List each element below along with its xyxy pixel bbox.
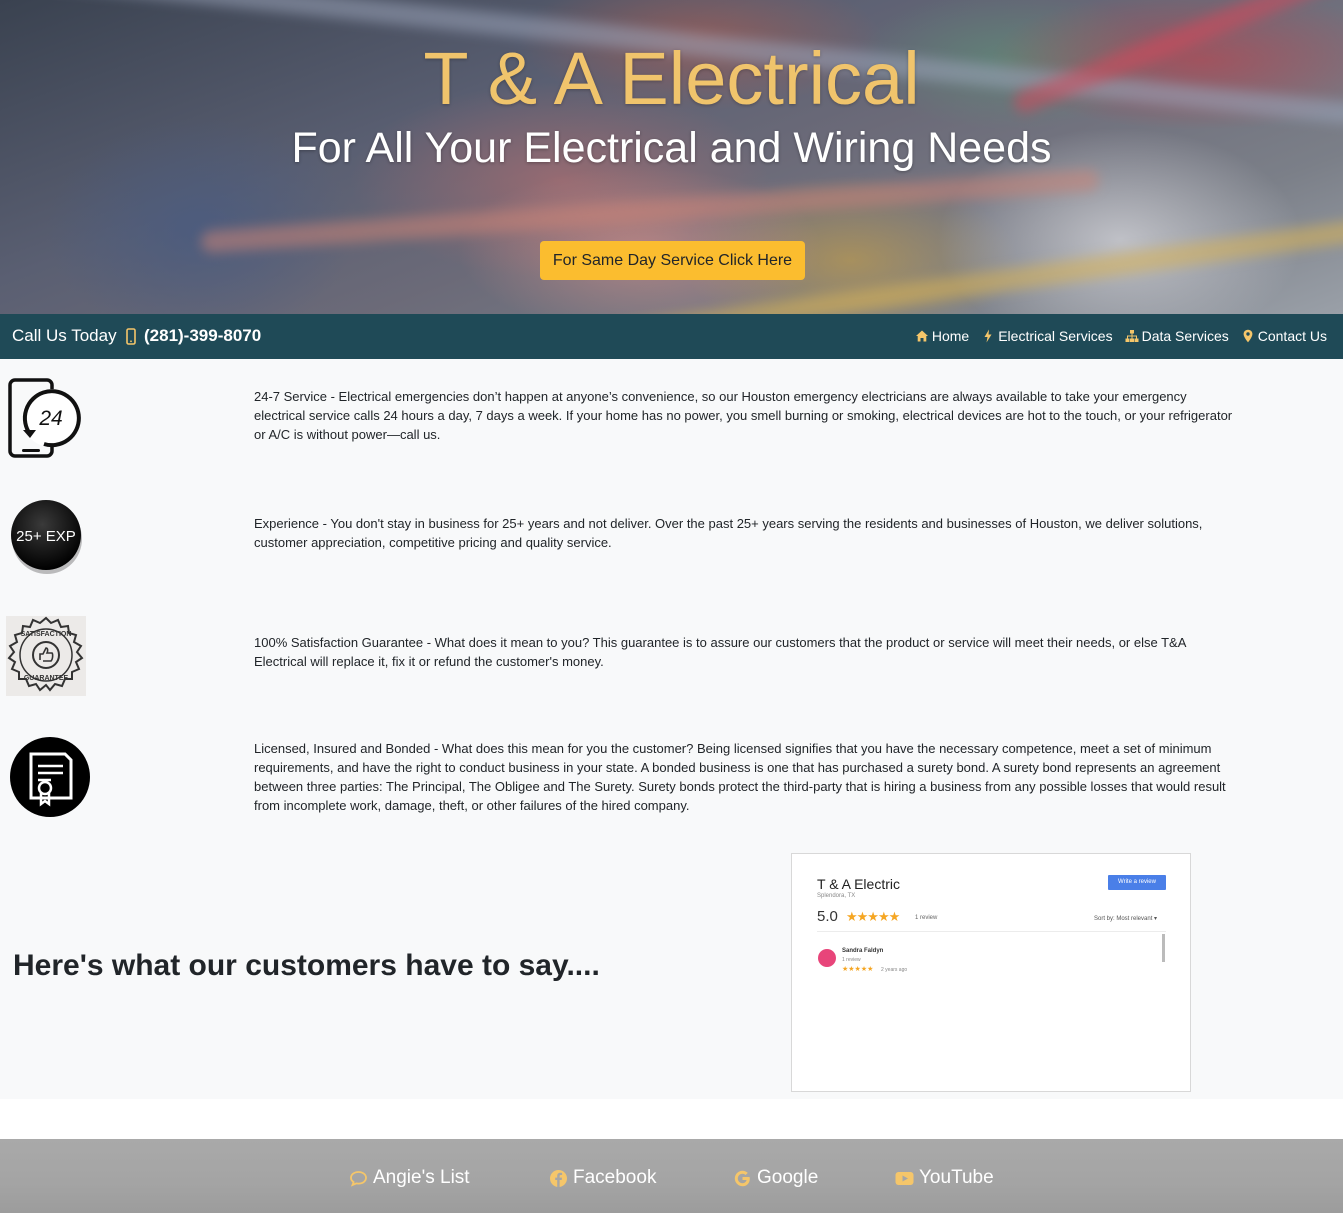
svg-text:SATISFACTION: SATISFACTION (21, 631, 72, 638)
nav-home-label: Home (931, 328, 970, 344)
footer-google-link[interactable]: Google (733, 1167, 818, 1189)
reviewer-name: Sandra Faldyn (842, 948, 884, 954)
nav-contact-us-label: Contact Us (1257, 328, 1327, 344)
top-navbar: Call Us Today (281)-399-8070 Home Electr… (0, 314, 1343, 359)
nav-data-services-label: Data Services (1141, 328, 1229, 344)
mobile-phone-icon (126, 328, 136, 345)
25-plus-exp-badge-icon: 25+ EXP (11, 500, 82, 574)
map-marker-icon (1243, 329, 1253, 343)
review-scrollbar[interactable] (1162, 934, 1165, 962)
feature-24-7-text: 24-7 Service - Electrical emergencies do… (254, 389, 1233, 442)
review-score-stars: ★★★★★ (846, 909, 900, 924)
hero-banner: T & A Electrical For All Your Electrical… (0, 0, 1343, 314)
footer: Angie's List Facebook Google YouTube (0, 1139, 1343, 1213)
nav-home[interactable]: Home (915, 328, 969, 344)
review-count: 1 review (915, 915, 938, 921)
nav-data-services[interactable]: Data Services (1125, 328, 1229, 344)
exp-badge-text: 25+ EXP (16, 528, 76, 545)
write-review-button[interactable]: Write a review (1108, 875, 1166, 890)
review-time: 2 years ago (881, 967, 908, 973)
review-business-location: Splendora, TX (817, 893, 856, 899)
feature-satisfaction-text: 100% Satisfaction Guarantee - What does … (254, 635, 1186, 669)
review-score: 5.0 (817, 908, 838, 925)
svg-text:24: 24 (38, 407, 62, 430)
review-business-name: T & A Electric (817, 876, 900, 892)
google-reviews-widget[interactable]: T & A Electric Splendora, TX Write a rev… (791, 853, 1191, 1092)
main-content: 24 24-7 Service - Electrical emergencies… (0, 359, 1343, 1099)
call-us-label: Call Us Today (12, 326, 117, 345)
nav-electrical-services[interactable]: Electrical Services (981, 328, 1113, 344)
feature-experience-text: Experience - You don't stay in business … (254, 516, 1203, 550)
reviewer-stars: ★★★★★ (842, 966, 874, 973)
footer-google-label: Google (757, 1167, 819, 1188)
youtube-icon (895, 1171, 914, 1185)
footer-angies-list-link[interactable]: Angie's List (349, 1167, 470, 1189)
satisfaction-guarantee-seal-icon: SATISFACTION GUARANTEE (6, 616, 86, 696)
site-title: T & A Electrical (423, 37, 920, 120)
nav-contact-us[interactable]: Contact Us (1241, 328, 1327, 344)
footer-youtube-link[interactable]: YouTube (895, 1167, 994, 1189)
phone-number-link[interactable]: (281)-399-8070 (144, 326, 261, 346)
nav-electrical-services-label: Electrical Services (998, 328, 1113, 344)
google-icon (734, 1170, 750, 1186)
sitemap-icon (1125, 330, 1139, 342)
reviews-heading: Here's what our customers have to say...… (13, 949, 600, 982)
comment-icon (350, 1170, 367, 1187)
footer-youtube-label: YouTube (919, 1167, 994, 1188)
feature-licensed-text: Licensed, Insured and Bonded - What does… (254, 741, 1226, 813)
reviewer-avatar (818, 949, 836, 967)
reviewer-review-count: 1 review (842, 957, 861, 963)
same-day-service-button[interactable]: For Same Day Service Click Here (540, 241, 805, 280)
home-icon (915, 330, 928, 342)
site-tagline: For All Your Electrical and Wiring Needs (291, 124, 1052, 172)
footer-facebook-label: Facebook (573, 1167, 657, 1188)
certificate-icon (10, 737, 90, 817)
nav-menu: Home Electrical Services Data Services C… (915, 328, 1327, 344)
bolt-icon (984, 329, 992, 343)
review-sort-dropdown[interactable]: Sort by: Most relevant ▾ (1094, 915, 1157, 922)
footer-angies-list-label: Angie's List (373, 1167, 470, 1188)
svg-text:GUARANTEE: GUARANTEE (24, 675, 69, 682)
review-divider (817, 931, 1166, 932)
24-hour-phone-icon: 24 (8, 378, 81, 458)
facebook-icon (550, 1169, 567, 1187)
footer-facebook-link[interactable]: Facebook (549, 1167, 656, 1189)
